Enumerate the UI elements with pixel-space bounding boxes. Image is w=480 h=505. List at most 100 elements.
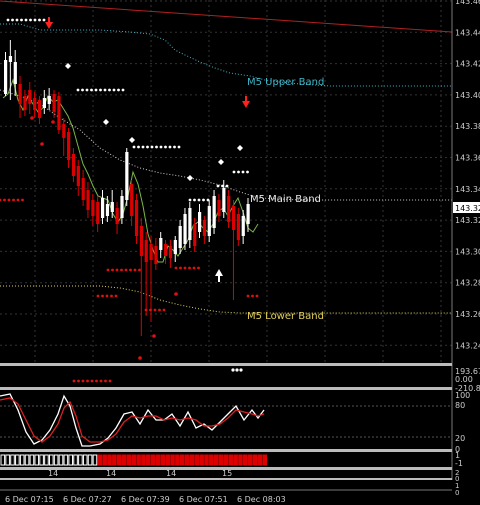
signal-dot <box>197 266 200 270</box>
signal-dot <box>255 294 259 298</box>
indicator-dot <box>104 379 107 383</box>
stoch-axis-20: 20 <box>455 434 465 443</box>
histogram-bar <box>15 454 20 466</box>
candle-body <box>67 132 71 160</box>
histogram-bar <box>78 454 83 466</box>
signal-dot <box>179 266 182 270</box>
histogram-bar <box>92 454 98 466</box>
histogram-bar <box>34 454 40 466</box>
hour-label: 14 <box>106 469 116 478</box>
price-axis-label: 143.46 <box>455 0 480 6</box>
signal-dot <box>112 88 116 92</box>
signal-dot <box>16 198 20 202</box>
signal-dot <box>33 18 37 22</box>
indicator-dot <box>95 379 98 383</box>
signal-dot <box>20 18 23 22</box>
signal-dot <box>188 198 192 202</box>
stoch-axis-100: 100 <box>455 391 470 400</box>
signal-dot <box>29 18 32 22</box>
histogram-bar <box>49 454 54 466</box>
candle-body <box>18 84 22 104</box>
signal-dot <box>183 266 187 270</box>
signal-dot <box>162 308 166 312</box>
candle-body <box>227 196 231 222</box>
candle-body <box>188 208 192 240</box>
signal-dot <box>174 266 178 270</box>
candle-body <box>8 56 13 62</box>
price-axis-label: 143.30 <box>455 247 480 256</box>
indicator-dot <box>99 379 103 383</box>
histogram-bar <box>0 454 6 466</box>
histogram-bar <box>165 454 170 466</box>
price-axis-label: 143.34 <box>455 185 480 194</box>
signal-dot <box>103 88 107 92</box>
indicator-dot <box>231 368 235 372</box>
histogram-bar <box>131 454 137 466</box>
signal-dot <box>202 198 205 202</box>
signal-dot <box>152 334 156 338</box>
signal-dot <box>108 88 111 92</box>
histogram-bar <box>228 454 234 466</box>
signal-dot <box>155 145 158 149</box>
current-price-tag: 143.32 <box>453 202 480 213</box>
signal-dot <box>221 184 224 188</box>
trading-chart[interactable]: M5 Upper Band M5 Main Band M5 Lower Band… <box>0 0 480 505</box>
histogram-bar <box>82 454 88 466</box>
price-axis-label: 143.26 <box>455 310 480 319</box>
histogram-bar <box>199 454 204 466</box>
histogram-bar <box>257 454 263 466</box>
histogram-bar <box>112 454 117 466</box>
signal-dot <box>137 145 140 149</box>
signal-dot <box>94 88 98 92</box>
indicator-panel-4[interactable]: 2 0 <box>455 469 459 483</box>
histogram-bars <box>0 454 267 466</box>
signal-dot <box>117 88 120 92</box>
hist-axis-neg1: -1 <box>455 459 463 468</box>
histogram-bar <box>97 454 103 466</box>
signal-dot <box>225 184 229 188</box>
signal-dot <box>30 116 34 120</box>
candle-body <box>207 206 211 236</box>
candle-body <box>241 216 245 236</box>
candle-body <box>168 246 173 258</box>
signal-dot <box>121 88 125 92</box>
candle-body <box>125 152 129 200</box>
candle-body <box>139 226 143 256</box>
candle-body <box>71 154 76 176</box>
histogram-bar <box>194 454 200 466</box>
candle-body <box>134 200 139 236</box>
signal-dot <box>124 268 128 272</box>
histogram-bar <box>247 454 253 466</box>
signal-dot <box>6 18 10 22</box>
signal-dot <box>132 145 136 149</box>
price-axis-label: 143.36 <box>455 154 480 163</box>
candle-body <box>91 200 95 216</box>
candle-body <box>33 98 37 110</box>
signal-dot <box>144 308 148 312</box>
signal-dot <box>150 145 154 149</box>
histogram-bar <box>107 454 112 466</box>
histogram-bar <box>262 454 267 466</box>
time-label: 6 Dec 07:15 <box>5 495 54 504</box>
signal-dot <box>158 308 161 312</box>
candle-body <box>28 90 32 104</box>
signal-dot <box>138 268 141 272</box>
signal-dot <box>216 184 220 188</box>
signal-dot <box>85 88 89 92</box>
signal-dot <box>120 268 123 272</box>
candle-body <box>173 240 177 254</box>
stoch-axis-80: 80 <box>455 401 465 410</box>
signal-dot <box>12 198 15 202</box>
histogram-bar <box>73 454 78 466</box>
indicator-panel-5[interactable]: 1 0 <box>455 482 459 497</box>
candle-body <box>183 214 187 244</box>
time-label: 6 Dec 07:27 <box>63 495 112 504</box>
histogram-bar <box>218 454 224 466</box>
time-label: 6 Dec 07:39 <box>121 495 170 504</box>
signal-dot <box>110 294 113 298</box>
candle-body <box>212 196 216 228</box>
signal-dot <box>153 308 157 312</box>
candle-body <box>222 188 226 212</box>
hour-label: 15 <box>222 469 232 478</box>
signal-dot <box>90 88 93 92</box>
